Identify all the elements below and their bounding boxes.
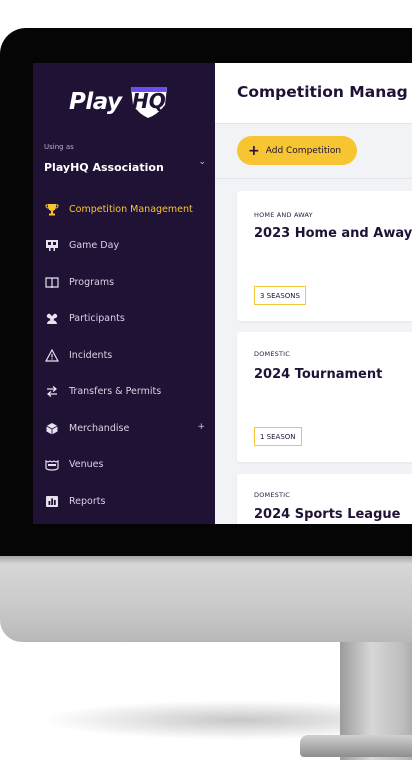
sidebar-item-label: Incidents xyxy=(69,349,113,361)
warning-icon xyxy=(44,348,60,362)
page-header: Competition Manag xyxy=(215,63,412,124)
sidebar-item-label: Competition Management xyxy=(69,203,193,215)
competition-card[interactable]: DOMESTIC 2024 Sports League xyxy=(237,474,412,524)
organisation-name: PlayHQ Association xyxy=(44,161,164,174)
sidebar-nav: Competition Management Game Day Programs xyxy=(33,191,215,520)
competition-card[interactable]: HOME AND AWAY 2023 Home and Away 3 SEASO… xyxy=(237,191,412,321)
competition-name: 2023 Home and Away xyxy=(254,226,412,241)
plus-icon: + xyxy=(248,142,260,159)
chevron-down-icon: ⌄ xyxy=(198,157,206,167)
competition-name: 2024 Sports League xyxy=(254,507,401,522)
sidebar-item-participants[interactable]: Participants xyxy=(33,301,215,338)
people-icon xyxy=(44,312,60,326)
sidebar-item-label: Merchandise xyxy=(69,422,130,434)
monitor-chin-shadow xyxy=(0,556,412,564)
sidebar-item-label: Venues xyxy=(69,459,104,471)
add-competition-button[interactable]: + Add Competition xyxy=(237,136,357,165)
competition-type: HOME AND AWAY xyxy=(254,211,313,219)
sidebar-item-label: Game Day xyxy=(69,240,120,252)
sidebar-item-incidents[interactable]: Incidents xyxy=(33,337,215,374)
competition-type: DOMESTIC xyxy=(254,350,290,358)
logo-wordmark: Play xyxy=(69,89,122,115)
trophy-icon xyxy=(44,202,60,216)
monitor-screen: Play HQ Using as PlayHQ Association ⌄ Co… xyxy=(33,63,412,524)
bar-chart-icon xyxy=(44,494,60,508)
divider xyxy=(215,178,412,179)
box-icon xyxy=(44,421,60,435)
main-content: Competition Manag + Add Competition HOME… xyxy=(215,63,412,524)
season-count-badge: 3 SEASONS xyxy=(254,286,306,305)
playhq-logo[interactable]: Play HQ xyxy=(69,85,179,125)
sidebar-item-label: Reports xyxy=(69,495,106,507)
page-title: Competition Manag xyxy=(237,83,408,101)
competition-name: 2024 Tournament xyxy=(254,367,383,382)
competition-card[interactable]: DOMESTIC 2024 Tournament 1 SEASON xyxy=(237,332,412,462)
sidebar-item-competition-management[interactable]: Competition Management xyxy=(33,191,215,228)
sidebar-item-game-day[interactable]: Game Day xyxy=(33,228,215,265)
sidebar-item-programs[interactable]: Programs xyxy=(33,264,215,301)
transfer-arrows-icon xyxy=(44,385,60,399)
sidebar-item-venues[interactable]: Venues xyxy=(33,447,215,484)
logo-badge-text: HQ xyxy=(132,89,166,113)
sidebar-item-label: Programs xyxy=(69,276,115,288)
sidebar-item-label: Participants xyxy=(69,313,125,325)
sidebar-item-reports[interactable]: Reports xyxy=(33,483,215,520)
using-as-label: Using as xyxy=(44,143,74,151)
scoreboard-icon xyxy=(44,239,60,253)
sidebar-item-merchandise[interactable]: Merchandise + xyxy=(33,410,215,447)
monitor-chin xyxy=(0,556,412,642)
sidebar-item-transfers-permits[interactable]: Transfers & Permits xyxy=(33,374,215,411)
competition-type: DOMESTIC xyxy=(254,491,290,499)
stadium-icon xyxy=(44,458,60,472)
sidebar-item-label: Transfers & Permits xyxy=(69,386,162,398)
organisation-selector[interactable]: PlayHQ Association ⌄ xyxy=(44,156,210,174)
book-icon xyxy=(44,275,60,289)
season-count-badge: 1 SEASON xyxy=(254,427,302,446)
expand-plus-icon[interactable]: + xyxy=(197,422,205,432)
add-competition-label: Add Competition xyxy=(265,145,342,156)
desktop-scene: Play HQ Using as PlayHQ Association ⌄ Co… xyxy=(0,0,412,764)
monitor-stand-base xyxy=(300,735,412,757)
sidebar: Play HQ Using as PlayHQ Association ⌄ Co… xyxy=(33,63,215,524)
